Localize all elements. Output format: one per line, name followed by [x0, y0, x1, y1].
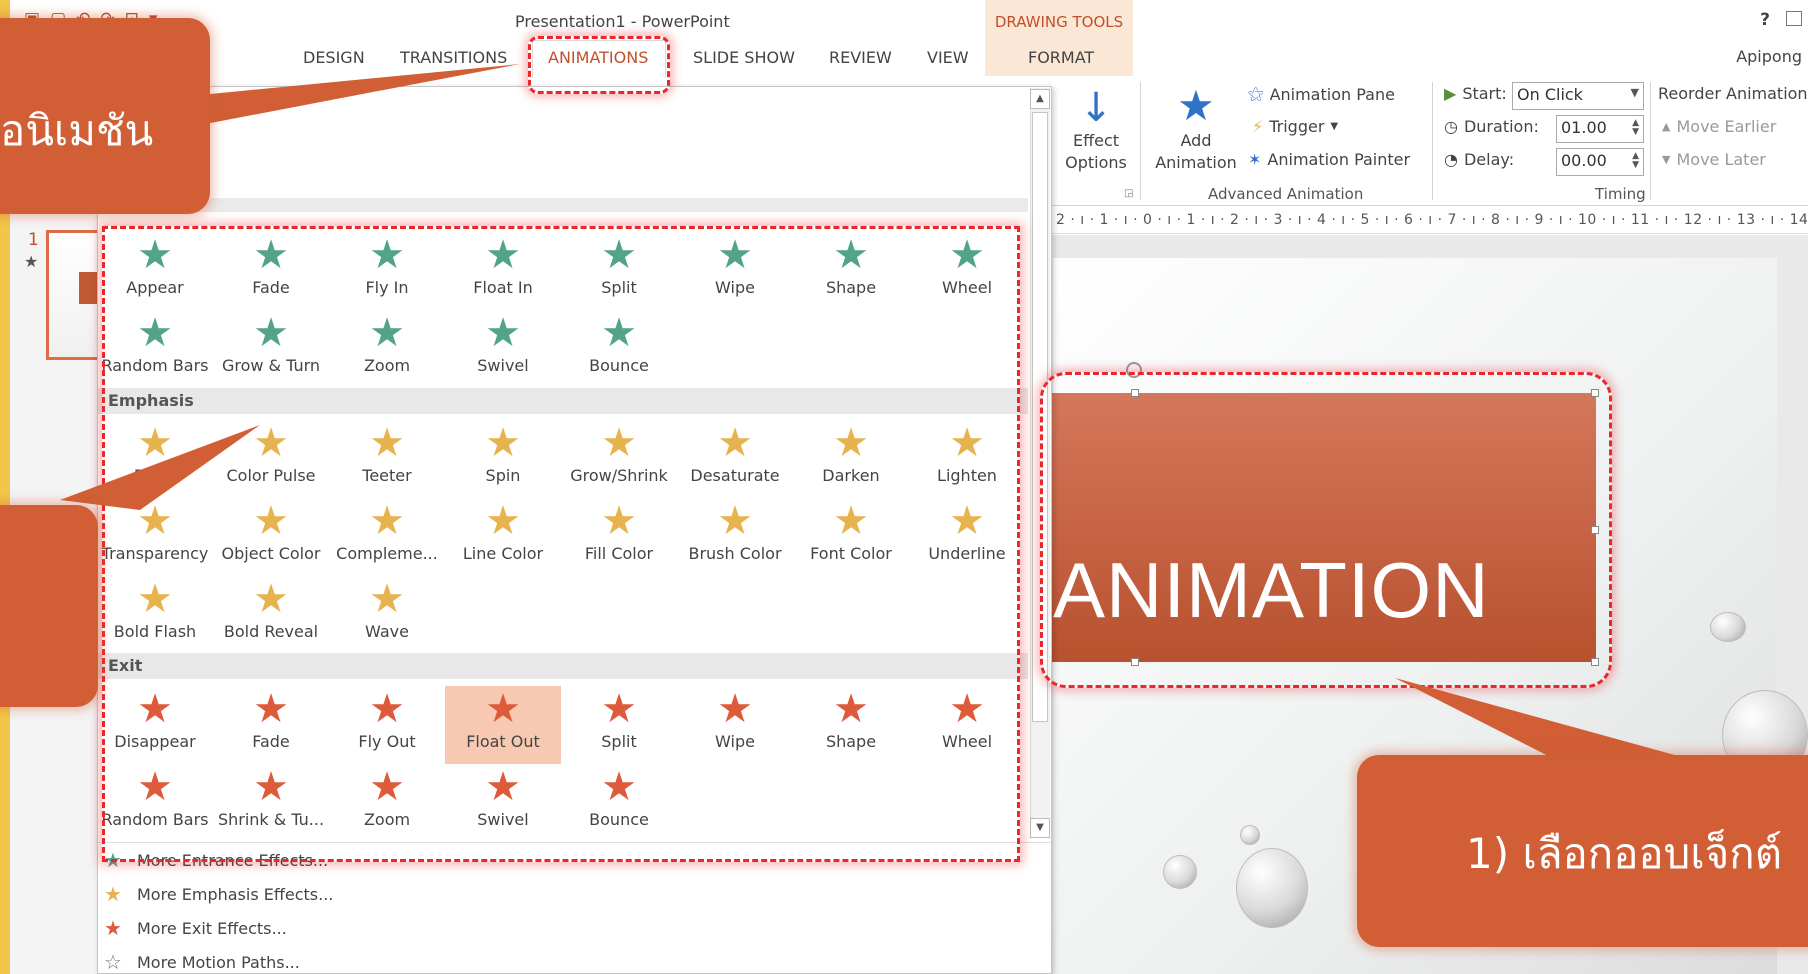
callout-middle-left [0, 505, 98, 707]
pointer-to-animations-tab [200, 64, 520, 125]
pointer-to-object [1395, 678, 1700, 762]
callout-top-left: อนิเมชัน [0, 18, 210, 214]
pointer-to-gallery [60, 425, 260, 510]
callout-bottom-right: 1) เลือกออบเจ็กต์ [1357, 755, 1808, 947]
callout-top-left-text: อนิเมชัน [0, 106, 154, 155]
callout-bottom-right-text: 1) เลือกออบเจ็กต์ [1466, 829, 1782, 878]
